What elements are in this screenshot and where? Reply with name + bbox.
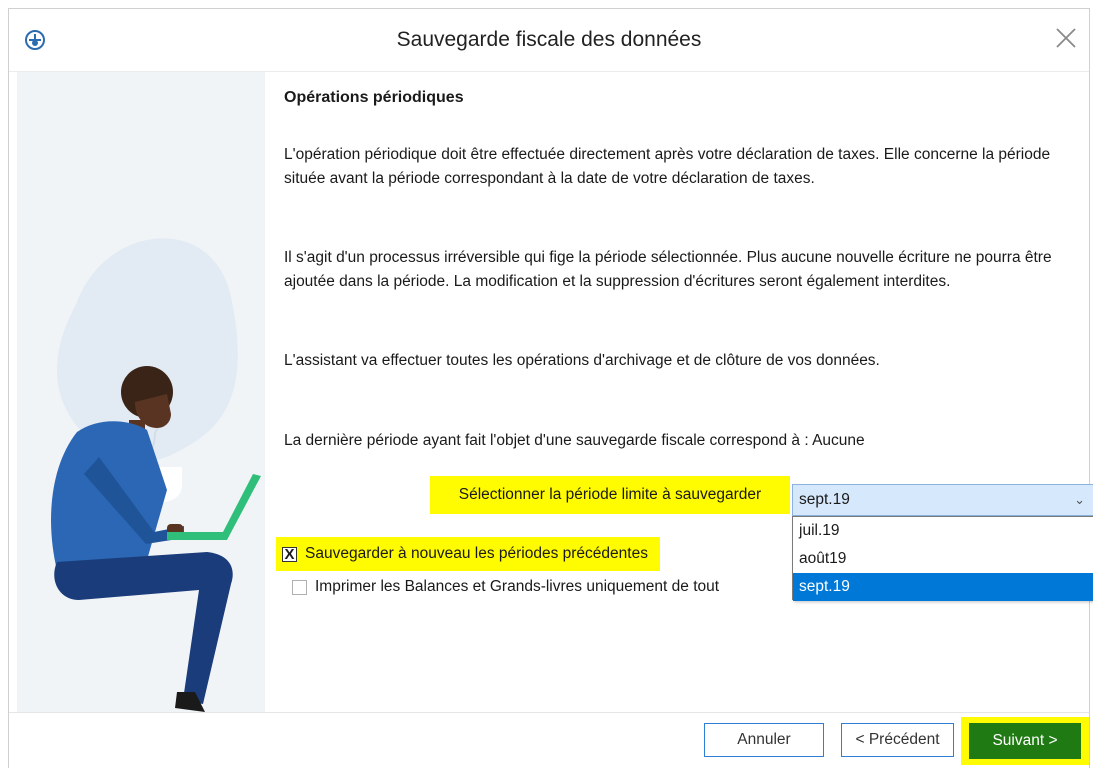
info-paragraph-timing: L'opération périodique doit être effectu… <box>284 146 1051 187</box>
cancel-button[interactable]: Annuler <box>704 723 824 757</box>
resave-checkbox-label: Sauvegarder à nouveau les périodes précé… <box>305 545 648 562</box>
section-heading: Opérations périodiques <box>284 89 464 106</box>
wizard-footer: Annuler < Précédent Suivant > <box>9 712 1089 769</box>
window-title: Sauvegarde fiscale des données <box>396 28 702 51</box>
info-paragraph-assistant: L'assistant va effectuer toutes les opér… <box>284 352 880 369</box>
resave-checkbox[interactable]: X <box>282 546 297 562</box>
period-option[interactable]: juil.19 <box>793 517 1093 545</box>
next-button-highlight: Suivant > <box>961 717 1089 765</box>
illustration-panel <box>17 72 265 712</box>
print-ledgers-label: Imprimer les Balances et Grands-livres u… <box>315 578 720 595</box>
resave-previous-periods-option[interactable]: X Sauvegarder à nouveau les périodes pré… <box>276 537 660 571</box>
previous-button[interactable]: < Précédent <box>841 723 954 757</box>
period-dropdown-list: juil.19 août19 sept.19 <box>792 516 1093 601</box>
period-select-value: sept.19 <box>799 491 850 508</box>
person-with-laptop-illustration <box>51 238 261 712</box>
print-ledgers-option[interactable]: Imprimer les Balances et Grands-livres u… <box>292 575 719 599</box>
close-icon[interactable] <box>1051 23 1081 53</box>
period-option-selected[interactable]: sept.19 <box>793 573 1093 601</box>
period-select[interactable]: sept.19 ⌄ <box>792 484 1093 516</box>
print-ledgers-checkbox[interactable] <box>292 579 307 595</box>
next-button[interactable]: Suivant > <box>969 723 1081 759</box>
period-select-label: Sélectionner la période limite à sauvega… <box>430 476 790 514</box>
info-paragraph-irreversible: Il s'agit d'un processus irréversible qu… <box>284 249 1052 290</box>
wizard-window: Sauvegarde fiscale des données Opération… <box>8 8 1093 769</box>
wizard-content: Opérations périodiques L'opération pério… <box>276 72 1093 712</box>
period-option[interactable]: août19 <box>793 545 1093 573</box>
last-saved-period-text: La dernière période ayant fait l'objet d… <box>284 432 865 449</box>
chevron-down-icon[interactable]: ⌄ <box>1074 485 1085 515</box>
title-bar: Sauvegarde fiscale des données <box>9 9 1089 72</box>
